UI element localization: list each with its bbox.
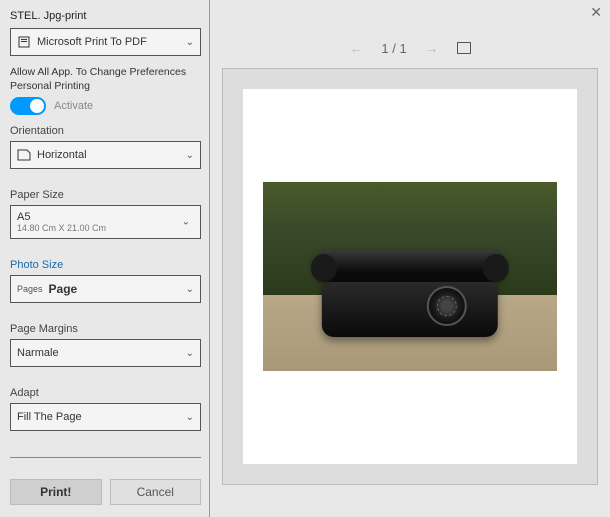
divider — [10, 457, 201, 458]
adapt-value: Fill The Page — [17, 411, 82, 423]
permissions-text-1: Allow All App. To Change Preferences — [10, 66, 201, 80]
print-button[interactable]: Print! — [10, 479, 102, 505]
pager: ← 1 / 1 → — [222, 40, 598, 56]
adapt-label: Adapt — [10, 387, 201, 399]
orientation-value: Horizontal — [37, 149, 87, 161]
orientation-select[interactable]: Horizontal ⌄ — [10, 141, 201, 169]
adapt-select[interactable]: Fill The Page ⌄ — [10, 403, 201, 431]
page-sep: / — [392, 41, 396, 56]
pager-text: 1 / 1 — [381, 41, 406, 56]
photo-preview — [263, 182, 557, 372]
printer-select-value: Microsoft Print To PDF — [37, 36, 147, 48]
paper-size-label: Paper Size — [10, 189, 201, 201]
chevron-down-icon: ⌄ — [186, 284, 194, 295]
margins-label: Page Margins — [10, 323, 201, 335]
paper-size-select[interactable]: A5 14.80 Cm X 21.00 Cm ⌄ — [10, 205, 201, 239]
paper-size-dimensions: 14.80 Cm X 21.00 Cm — [17, 223, 106, 233]
page-icon — [17, 149, 31, 161]
chevron-down-icon: ⌄ — [186, 348, 194, 359]
permissions-text-2: Personal Printing — [10, 80, 201, 94]
printer-icon — [17, 35, 31, 49]
photo-size-label: Photo Size — [10, 259, 201, 271]
cancel-button[interactable]: Cancel — [110, 479, 202, 505]
settings-sidebar: STEL. Jpg-print Microsoft Print To PDF ⌄… — [0, 0, 210, 517]
margins-select[interactable]: Narmale ⌄ — [10, 339, 201, 367]
page-total: 1 — [399, 41, 406, 56]
page-preview — [243, 89, 577, 464]
orientation-label: Orientation — [10, 125, 201, 137]
photo-size-prefix: Pages — [17, 284, 43, 294]
paper-size-value: A5 — [17, 211, 30, 223]
close-button[interactable]: ✕ — [590, 4, 602, 21]
page-current: 1 — [381, 41, 388, 56]
chevron-down-icon: ⌄ — [186, 37, 194, 48]
photo-size-select[interactable]: Pages Page ⌄ — [10, 275, 201, 303]
file-title: STEL. Jpg-print — [10, 10, 201, 22]
chevron-down-icon: ⌄ — [186, 412, 194, 423]
printer-select[interactable]: Microsoft Print To PDF ⌄ — [10, 28, 201, 56]
preview-pane: ← 1 / 1 → — [210, 0, 610, 517]
activate-label: Activate — [54, 100, 93, 112]
chevron-down-icon: ⌄ — [182, 217, 190, 228]
activate-toggle[interactable] — [10, 97, 46, 115]
preview-area — [222, 68, 598, 485]
fullscreen-button[interactable] — [457, 42, 471, 54]
photo-size-value: Page — [49, 282, 78, 296]
prev-page-button[interactable]: ← — [349, 40, 363, 56]
margins-value: Narmale — [17, 347, 59, 359]
next-page-button[interactable]: → — [425, 40, 439, 56]
chevron-down-icon: ⌄ — [186, 150, 194, 161]
